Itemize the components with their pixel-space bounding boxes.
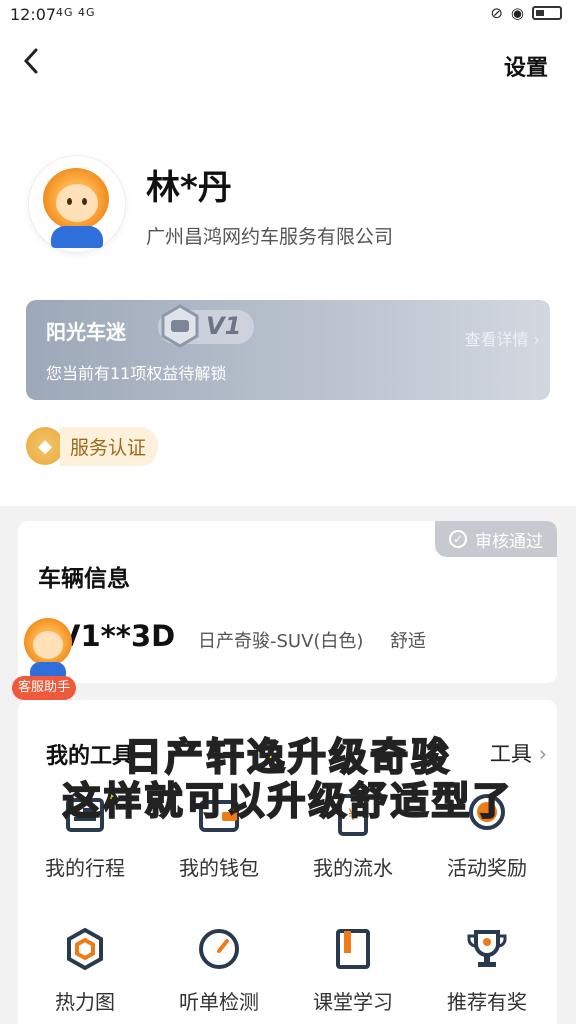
video-caption-line-2: 这样就可以升级舒适型了	[61, 778, 514, 824]
tool-order-check[interactable]: 听单检测	[152, 926, 286, 1015]
heatmap-icon	[67, 927, 103, 971]
vibrate-icon: ⊘	[490, 4, 503, 22]
location-icon: ◉	[510, 4, 524, 22]
level-card[interactable]: 阳光车迷 V1 查看详情 › 您当前有11项权益待解锁	[26, 300, 550, 400]
check-circle-icon: ✓	[449, 530, 467, 548]
vehicle-title: 车辆信息	[38, 566, 130, 592]
tool-label: 听单检测	[179, 990, 259, 1014]
car-badge-icon	[161, 304, 199, 348]
status-icons: ⊘ ◉	[490, 4, 562, 22]
vehicle-model: 日产奇骏-SUV(白色)	[198, 631, 364, 652]
back-button[interactable]	[20, 46, 42, 84]
book-icon	[336, 929, 370, 969]
lion-face	[56, 184, 98, 222]
network-indicator: 4G 4G	[56, 6, 96, 19]
trophy-icon	[467, 930, 507, 967]
gauge-icon	[199, 929, 239, 969]
status-bar: 12:07 4G 4G ⊘ ◉	[0, 0, 576, 32]
tool-label: 推荐有奖	[447, 990, 527, 1014]
audit-status-badge: ✓ 审核通过	[435, 521, 557, 557]
level-number: V1	[206, 312, 242, 340]
customer-service-assistant[interactable]: 客服助手	[12, 618, 82, 704]
audit-status-label: 审核通过	[475, 531, 543, 552]
company-name: 广州昌鸿网约车服务有限公司	[146, 226, 394, 248]
tool-heatmap[interactable]: 热力图	[18, 926, 152, 1015]
tool-label: 热力图	[55, 990, 115, 1014]
tool-label: 课堂学习	[313, 990, 393, 1014]
vehicle-card[interactable]: ✓ 审核通过 车辆信息 V1**3D 日产奇骏-SUV(白色) 舒适	[18, 521, 557, 683]
tool-label: 我的行程	[45, 856, 125, 880]
level-detail-label: 查看详情	[464, 330, 529, 349]
lion-eye	[67, 198, 72, 205]
service-label: 服务认证	[60, 426, 159, 466]
service-certification[interactable]: ◆ 服务认证	[26, 426, 159, 466]
level-subtitle: 您当前有11项权益待解锁	[46, 364, 227, 383]
level-detail-link[interactable]: 查看详情 ›	[464, 326, 540, 350]
tool-label: 我的流水	[313, 856, 393, 880]
tool-referral[interactable]: 推荐有奖	[420, 926, 554, 1015]
vehicle-class: 舒适	[390, 631, 426, 652]
settings-button[interactable]: 设置	[504, 50, 548, 82]
tool-label: 活动奖励	[447, 856, 527, 880]
battery-icon	[532, 6, 562, 20]
lion-body	[51, 226, 103, 248]
chevron-right-icon: ›	[533, 330, 540, 349]
avatar[interactable]	[28, 155, 126, 253]
status-time: 12:07	[10, 5, 57, 24]
user-name: 林*丹	[146, 168, 232, 208]
tool-label: 我的钱包	[179, 856, 259, 880]
level-title: 阳光车迷	[46, 320, 126, 344]
chevron-left-icon	[23, 48, 38, 74]
diamond-icon: ◆	[26, 427, 64, 465]
assistant-label: 客服助手	[12, 676, 76, 700]
lion-eye	[82, 198, 87, 205]
lion-face	[33, 631, 63, 659]
tool-classroom[interactable]: 课堂学习	[286, 926, 420, 1015]
